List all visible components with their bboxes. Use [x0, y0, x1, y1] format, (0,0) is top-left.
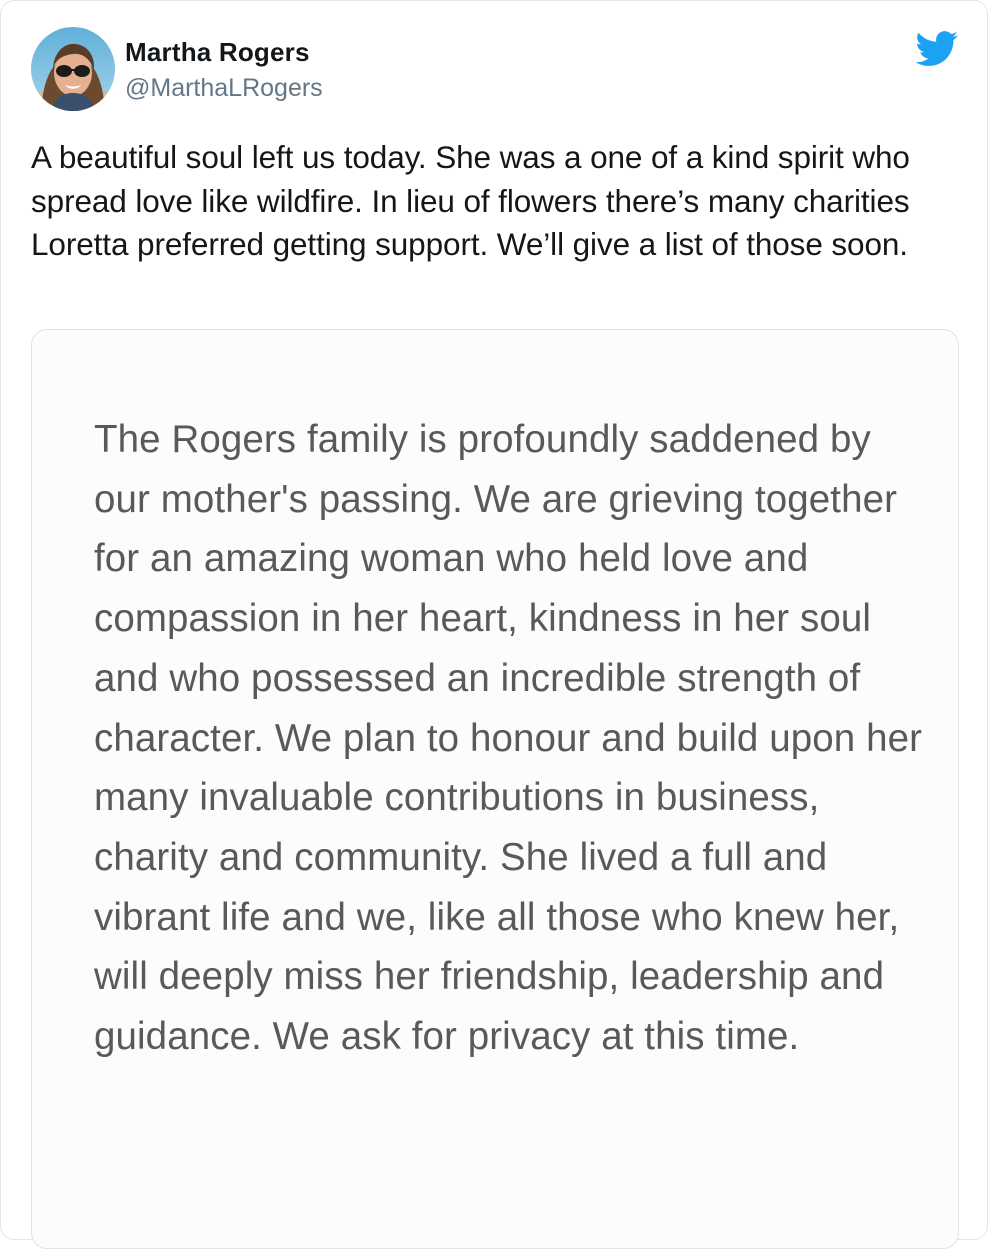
twitter-bird-icon[interactable]: [915, 31, 959, 67]
tweet-text: A beautiful soul left us today. She was …: [31, 139, 910, 262]
statement-text: The Rogers family is profoundly saddened…: [94, 418, 923, 1059]
avatar[interactable]: [31, 27, 115, 111]
tweet-media-image[interactable]: The Rogers family is profoundly saddened…: [31, 329, 959, 1249]
tweet-card[interactable]: Martha Rogers @MarthaLRogers A beautiful…: [0, 0, 988, 1249]
avatar-photo: [31, 27, 115, 111]
author-name[interactable]: Martha Rogers: [125, 37, 310, 68]
author-handle[interactable]: @MarthaLRogers: [125, 74, 323, 103]
